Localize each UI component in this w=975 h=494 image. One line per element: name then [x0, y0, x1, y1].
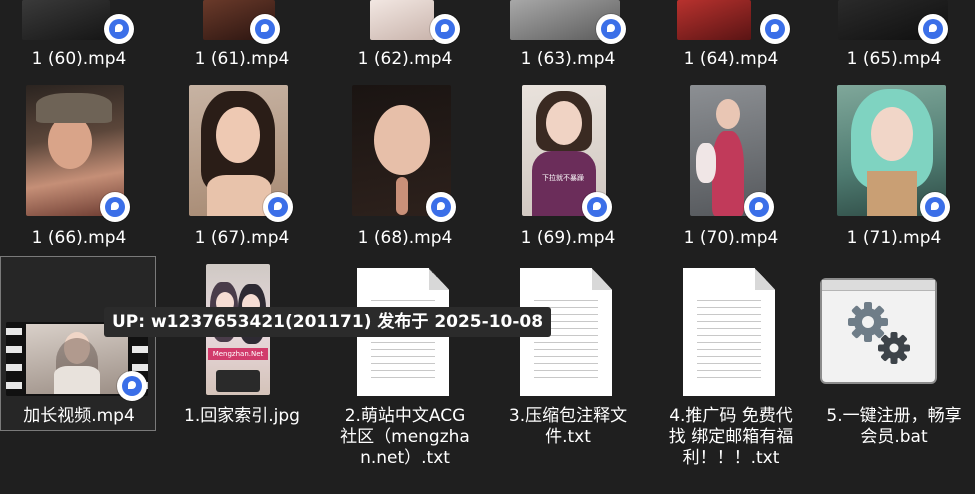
media-player-icon [263, 192, 293, 222]
media-player-icon [100, 192, 130, 222]
file-label-long-video[interactable]: 加长视频.mp4 [4, 406, 154, 427]
media-player-icon [920, 192, 950, 222]
file-label-txt-4[interactable]: 4.推广码 免费代找 绑定邮箱有福利！！！.txt [663, 406, 799, 469]
file-label-65[interactable]: 1 (65).mp4 [819, 49, 969, 70]
media-player-icon [582, 192, 612, 222]
file-label-70[interactable]: 1 (70).mp4 [656, 228, 806, 249]
media-player-icon [596, 14, 626, 44]
media-player-icon [744, 192, 774, 222]
file-label-txt-2[interactable]: 2.萌站中文ACG社区（mengzhan.net）.txt [339, 406, 471, 469]
file-label-68[interactable]: 1 (68).mp4 [330, 228, 480, 249]
gears-icon [848, 302, 910, 364]
file-label-txt-3[interactable]: 3.压缩包注释文件.txt [502, 406, 634, 448]
thumbnail-62[interactable] [370, 0, 434, 40]
batch-file-icon[interactable] [820, 278, 937, 384]
text-document-icon[interactable] [683, 268, 775, 396]
file-label-67[interactable]: 1 (67).mp4 [167, 228, 317, 249]
thumbnail-60[interactable] [22, 0, 110, 40]
media-player-icon [760, 14, 790, 44]
thumbnail-64[interactable] [677, 0, 751, 40]
media-player-icon [117, 371, 147, 401]
file-label-66[interactable]: 1 (66).mp4 [4, 228, 154, 249]
file-label-69[interactable]: 1 (69).mp4 [493, 228, 643, 249]
uploader-tooltip: UP: w1237653421(201171) 发布于 2025-10-08 [104, 307, 552, 337]
file-label-jpg[interactable]: 1.回家索引.jpg [167, 406, 317, 427]
media-player-icon [430, 14, 460, 44]
file-label-61[interactable]: 1 (61).mp4 [167, 49, 317, 70]
file-label-64[interactable]: 1 (64).mp4 [656, 49, 806, 70]
media-player-icon [104, 14, 134, 44]
media-player-icon [918, 14, 948, 44]
file-label-71[interactable]: 1 (71).mp4 [819, 228, 969, 249]
file-label-63[interactable]: 1 (63).mp4 [493, 49, 643, 70]
media-player-icon [426, 192, 456, 222]
file-label-bat[interactable]: 5.一键注册，畅享会员.bat [825, 406, 963, 448]
file-label-62[interactable]: 1 (62).mp4 [330, 49, 480, 70]
watermark-text: Mengzhan.Net [208, 348, 268, 360]
overlay-caption: 下拉就不暴躁 [542, 174, 584, 182]
media-player-icon [250, 14, 280, 44]
file-label-60[interactable]: 1 (60).mp4 [4, 49, 154, 70]
